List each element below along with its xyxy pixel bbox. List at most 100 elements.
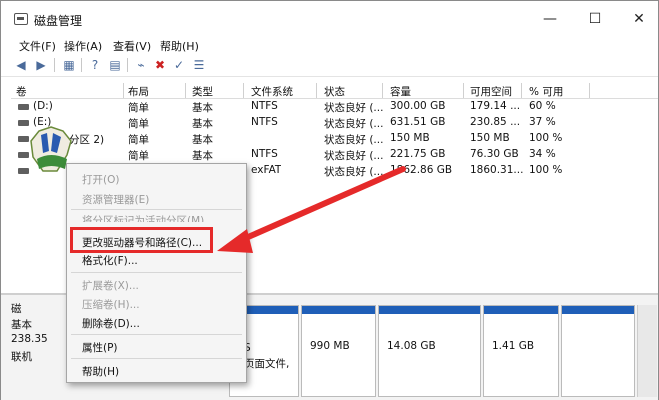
table-row[interactable]: (D:) 简单 基本 NTFS 状态良好 (... 300.00 GB 179.…	[11, 99, 658, 115]
table-row[interactable]: (E:) 简单 基本 NTFS 状态良好 (... 631.51 GB 230.…	[11, 115, 658, 131]
volume-filesystem: NTFS	[251, 100, 278, 112]
column-divider	[463, 83, 464, 98]
volume-percent-free: 100 %	[529, 164, 563, 176]
menu-item-help[interactable]: 帮助(H)	[82, 364, 119, 379]
back-icon[interactable]: ◀	[13, 57, 29, 73]
maximize-button[interactable]: ☐	[576, 7, 614, 31]
connect-icon[interactable]: ⌁	[133, 57, 149, 73]
menu-separator	[71, 272, 242, 273]
col-status[interactable]: 状态	[324, 84, 345, 99]
menu-item-extend-volume[interactable]: 扩展卷(X)...	[82, 278, 139, 293]
help-icon[interactable]: ?	[87, 57, 103, 73]
volume-name: (D:)	[33, 100, 53, 112]
col-volume[interactable]: 卷	[16, 84, 27, 99]
console-tree-icon[interactable]: ▦	[61, 57, 77, 73]
partition-bar	[302, 306, 375, 314]
volume-type: 基本	[192, 118, 213, 130]
partition-size: 1.41 GB	[492, 340, 535, 352]
disk-management-window: 磁盘管理 — ☐ ✕ 文件(F) 操作(A) 查看(V) 帮助(H) ◀ ▶ ▦…	[0, 0, 659, 400]
menu-file[interactable]: 文件(F)	[19, 38, 56, 54]
column-divider	[521, 83, 522, 98]
volume-type: 基本	[192, 134, 213, 146]
volume-percent-free: 34 %	[529, 148, 556, 160]
toolbar-divider	[81, 58, 82, 72]
partition-block[interactable]: 14.08 GB	[378, 305, 481, 397]
col-capacity[interactable]: 容量	[390, 84, 411, 99]
menu-separator	[71, 358, 242, 359]
volume-type: 基本	[192, 150, 213, 162]
volume-filesystem: NTFS	[251, 116, 278, 128]
volume-status: 状态良好 (...	[324, 166, 384, 178]
volume-capacity: 631.51 GB	[390, 116, 446, 128]
delete-icon[interactable]: ✖	[152, 57, 168, 73]
volume-capacity: 1862.86 GB	[390, 164, 453, 176]
menu-bar: 文件(F) 操作(A) 查看(V) 帮助(H)	[1, 35, 658, 55]
partition-size: 14.08 GB	[387, 340, 436, 352]
table-row[interactable]: 分区 2) 简单 基本 状态良好 (... 150 MB 150 MB 100 …	[11, 131, 658, 147]
menu-separator	[71, 209, 242, 210]
menu-action[interactable]: 操作(A)	[64, 38, 102, 54]
list-icon[interactable]: ☰	[191, 57, 207, 73]
partition-bar	[562, 306, 634, 314]
volume-status: 状态良好 (...	[324, 150, 384, 162]
volume-type: 基本	[192, 102, 213, 114]
toolbar-divider	[54, 58, 55, 72]
close-button[interactable]: ✕	[620, 7, 658, 31]
check-icon[interactable]: ✓	[171, 57, 187, 73]
volume-filesystem: exFAT	[251, 164, 282, 176]
volume-percent-free: 100 %	[529, 132, 563, 144]
volume-percent-free: 37 %	[529, 116, 556, 128]
volume-table-header: 卷 布局 类型 文件系统 状态 容量 可用空间 % 可用	[11, 83, 658, 99]
column-divider	[185, 83, 186, 98]
toolbar-divider	[127, 58, 128, 72]
volume-layout: 简单	[128, 118, 149, 130]
scrollbar[interactable]	[637, 305, 657, 397]
volume-free-space: 179.14 ...	[470, 100, 521, 112]
volume-capacity: 300.00 GB	[390, 100, 446, 112]
table-row[interactable]: 简单 基本 NTFS 状态良好 (... 221.75 GB 76.30 GB …	[11, 147, 658, 163]
forward-icon[interactable]: ▶	[33, 57, 49, 73]
volume-icon	[18, 104, 29, 110]
column-divider	[123, 83, 124, 98]
title-bar: 磁盘管理 — ☐ ✕	[1, 1, 658, 35]
col-filesystem[interactable]: 文件系统	[251, 84, 293, 99]
partition-text: S 页面文件,	[244, 342, 290, 370]
partition-size: 990 MB	[310, 340, 350, 352]
volume-layout: 简单	[128, 102, 149, 114]
menu-item-change-drive-letter[interactable]: 更改驱动器号和路径(C)...	[82, 235, 202, 250]
volume-layout: 简单	[128, 134, 149, 146]
menu-item-explorer[interactable]: 资源管理器(E)	[82, 192, 149, 207]
menu-item-mark-active[interactable]: 将分区标记为活动分区(M)	[82, 213, 204, 222]
partition-block[interactable]: 990 MB	[301, 305, 376, 397]
col-free-space[interactable]: 可用空间	[470, 84, 512, 99]
menu-separator	[71, 334, 242, 335]
column-divider	[382, 83, 383, 98]
col-type[interactable]: 类型	[192, 84, 213, 99]
menu-item-format[interactable]: 格式化(F)...	[82, 253, 138, 268]
partition-block[interactable]: 1.41 GB	[483, 305, 559, 397]
properties-icon[interactable]: ▤	[107, 57, 123, 73]
volume-filesystem: NTFS	[251, 148, 278, 160]
volume-free-space: 76.30 GB	[470, 148, 519, 160]
col-percent-free[interactable]: % 可用	[529, 84, 563, 99]
volume-status: 状态良好 (...	[324, 118, 384, 130]
menu-view[interactable]: 查看(V)	[113, 38, 151, 54]
volume-layout: 简单	[128, 150, 149, 162]
menu-item-delete-volume[interactable]: 删除卷(D)...	[82, 316, 140, 331]
toolbar: ◀ ▶ ▦ ? ▤ ⌁ ✖ ✓ ☰	[1, 55, 658, 77]
volume-status: 状态良好 (...	[324, 134, 384, 146]
volume-capacity: 221.75 GB	[390, 148, 446, 160]
menu-item-properties[interactable]: 属性(P)	[82, 340, 118, 355]
partition-block[interactable]	[561, 305, 635, 397]
column-divider	[589, 83, 590, 98]
col-layout[interactable]: 布局	[128, 84, 149, 99]
volume-free-space: 1860.31...	[470, 164, 524, 176]
volume-capacity: 150 MB	[390, 132, 430, 144]
menu-item-open[interactable]: 打开(O)	[82, 172, 119, 187]
menu-item-shrink-volume[interactable]: 压缩卷(H)...	[82, 297, 140, 312]
minimize-button[interactable]: —	[531, 7, 569, 31]
menu-help[interactable]: 帮助(H)	[160, 38, 199, 54]
partition-bar	[379, 306, 480, 314]
window-title: 磁盘管理	[34, 14, 83, 28]
volume-free-space: 230.85 ...	[470, 116, 521, 128]
